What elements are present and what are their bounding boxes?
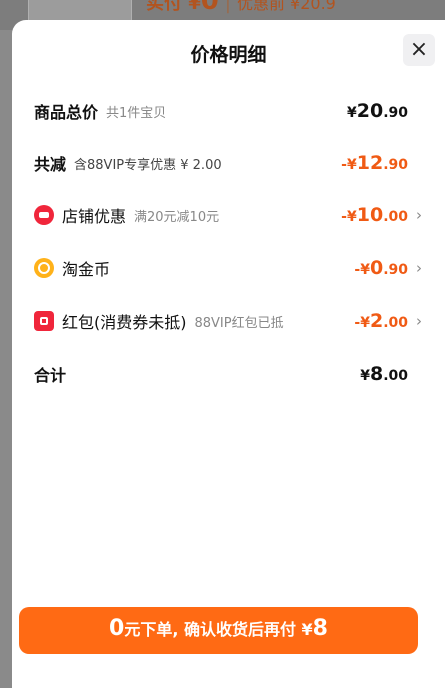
row-red-packet[interactable]: 红包(消费券未抵) 88VIP红包已抵 -¥ 2.00 › xyxy=(34,306,422,336)
red-packet-icon xyxy=(34,311,54,331)
amount-dec: .90 xyxy=(383,105,408,121)
amount-int: 20 xyxy=(356,100,384,122)
row-sum: 合计 ¥8.00 xyxy=(34,359,422,389)
goods-count: 共1件宝贝 xyxy=(106,105,167,121)
total-reduce-label: 共减 xyxy=(34,155,67,174)
amount-dec: .00 xyxy=(383,315,408,331)
shop-discount-label: 店铺优惠 xyxy=(62,207,127,226)
currency: ¥ xyxy=(346,105,357,121)
pay-later-order-button[interactable]: 0 元下单, 确认收货后再付 ¥8 xyxy=(19,607,418,654)
bg-price-value: 0 xyxy=(200,0,219,16)
cta-zero: 0 xyxy=(109,616,125,641)
sum-label: 合计 xyxy=(34,366,67,385)
row-taojinbi[interactable]: 淘金币 -¥ 0.90 › xyxy=(34,253,422,283)
amount-int: 12 xyxy=(356,152,384,174)
red-packet-amount: -¥ 2.00 xyxy=(354,310,408,332)
bg-price-prefix: 实付 ¥ xyxy=(146,0,201,14)
cta-amount: 8 xyxy=(312,616,328,641)
bg-original-price: 优惠前 ¥20.9 xyxy=(236,0,336,13)
row-goods-total: 商品总价 共1件宝贝 ¥20.90 xyxy=(34,96,422,126)
amount-int: 0 xyxy=(369,257,384,279)
cta-text: 元下单, 确认收货后再付 ¥ xyxy=(124,620,313,639)
amount-int: 10 xyxy=(356,204,384,226)
taojinbi-label: 淘金币 xyxy=(62,260,111,279)
sheet-title: 价格明细 xyxy=(190,44,267,66)
shop-discount-rule: 满20元减10元 xyxy=(134,209,220,225)
currency: -¥ xyxy=(341,209,357,225)
goods-total-label: 商品总价 xyxy=(34,103,99,122)
currency: ¥ xyxy=(360,368,370,384)
chevron-right-icon: › xyxy=(416,206,422,224)
row-total-reduce: 共减 含88VIP专享优惠 ¥ 2.00 -¥ 12.90 xyxy=(34,148,422,178)
amount-int: 8 xyxy=(369,363,384,385)
shop-discount-amount: -¥ 10.00 xyxy=(341,204,408,226)
amount-dec: .90 xyxy=(383,262,408,278)
taojinbi-coin-icon xyxy=(34,258,54,278)
goods-total-amount: ¥20.90 xyxy=(347,100,408,122)
chevron-right-icon: › xyxy=(416,259,422,277)
currency: -¥ xyxy=(354,262,370,278)
currency: -¥ xyxy=(341,157,357,173)
shop-coupon-icon xyxy=(34,205,54,225)
close-button[interactable]: × xyxy=(403,34,435,66)
currency: -¥ xyxy=(354,315,370,331)
sum-amount: ¥8.00 xyxy=(360,363,408,385)
total-reduce-amount: -¥ 12.90 xyxy=(341,152,408,174)
taojinbi-amount: -¥ 0.90 xyxy=(354,257,408,279)
row-shop-discount[interactable]: 店铺优惠 满20元减10元 -¥ 10.00 › xyxy=(34,200,422,230)
bg-separator: | xyxy=(224,0,231,14)
amount-dec: .00 xyxy=(383,209,408,225)
red-packet-label: 红包(消费券未抵) xyxy=(62,313,187,332)
amount-dec: .00 xyxy=(383,368,408,384)
background-price-summary: 实付 ¥0 | 优惠前 ¥20.9 xyxy=(146,0,336,16)
vip-discount-note: 含88VIP专享优惠 ¥ 2.00 xyxy=(74,157,222,173)
amount-int: 2 xyxy=(369,310,384,332)
red-packet-note: 88VIP红包已抵 xyxy=(194,315,284,331)
amount-dec: .90 xyxy=(383,157,408,173)
chevron-right-icon: › xyxy=(416,312,422,330)
price-detail-sheet: 价格明细 × 商品总价 共1件宝贝 ¥20.90 共减 含88VIP专享优惠 ¥… xyxy=(12,20,445,688)
close-icon: × xyxy=(409,37,429,62)
